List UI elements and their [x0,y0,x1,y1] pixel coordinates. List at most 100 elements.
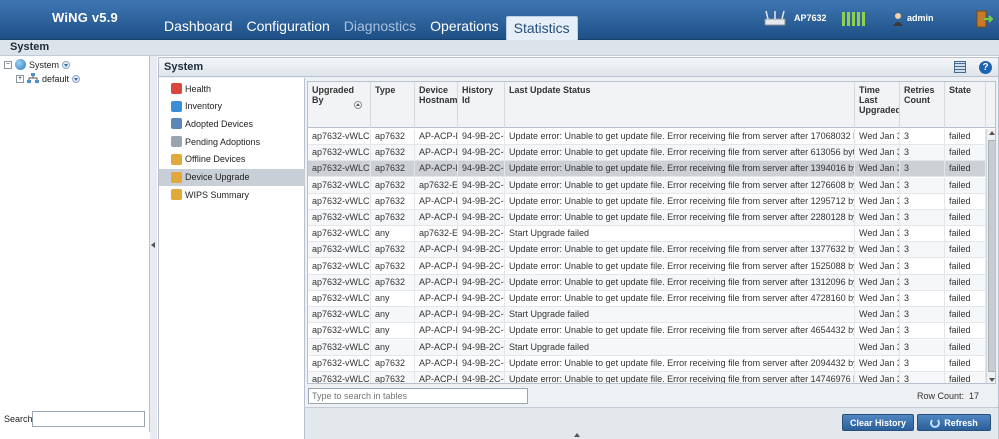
tree-node-system[interactable]: − System [4,59,71,70]
cell-type: ap7632 [371,145,415,162]
nav-tab-operations[interactable]: Operations [423,18,505,40]
signal-strength-icon [842,12,865,26]
clear-history-label: Clear History [849,417,907,428]
column-header-label: History Id [462,85,494,105]
device-upgrade-icon [171,171,182,183]
table-row[interactable]: ap7632-vWLC ap7632 AP-ACP-E 94-9B-2C-0 Updat… [308,372,986,383]
column-header-type[interactable]: Type [371,82,415,128]
column-header-host[interactable]: Device Hostname [415,82,458,128]
nav-tab-configuration[interactable]: Configuration [240,18,337,40]
cell-retries: 3 [900,372,945,383]
cell-retries: 3 [900,291,945,307]
collapse-icon[interactable]: − [4,60,12,69]
table-row[interactable]: ap7632-vWLCanyap7632-E194-9B-2C-0Start U… [308,226,986,243]
table-row[interactable]: ap7632-vWLC ap7632 AP-ACP-E 94-9B-2C-0 Updat… [308,258,986,275]
tree-node-label: System [29,59,60,70]
tree-node-default[interactable]: + default [16,73,81,84]
sidebar-collapse-handle[interactable] [150,56,157,439]
cell-by: ap7632-vWLC [308,372,371,383]
cell-hist: 94-9B-2C-0 [458,274,505,291]
column-header-status[interactable]: Last Update Status [505,82,855,128]
table-row[interactable]: ap7632-vWLC ap7632 AP-ACP-E 94-9B-2C-0 Updat… [308,242,986,259]
nav-tab-statistics[interactable]: Statistics [505,16,578,40]
table-row[interactable]: ap7632-vWLC any AP-ACP-E 94-9B-2C-0 Start Up… [308,307,986,324]
cell-type: any [371,323,415,340]
cell-status: Update error: Unable to get update file.… [505,355,855,372]
cell-host: AP-ACP-E [415,193,458,210]
chevron-down-icon[interactable] [62,60,71,69]
cell-hist: 94-9B-2C-0 [458,323,505,340]
cell-time: Wed Jan 3 [855,226,900,243]
cell-status: Start Upgrade failed [505,339,855,356]
clear-history-button[interactable]: Clear History [842,414,914,431]
cell-by: ap7632-vWLC [308,226,371,243]
cell-hist: 94-9B-2C-0 [458,129,505,145]
table-row[interactable]: ap7632-vWLCap7632ap7632-E194-9B-2C-0Upda… [308,177,986,194]
user-name[interactable]: admin [907,13,934,23]
table-row[interactable]: ap7632-vWLC any AP-ACP-E 94-9B-2C-0 Update e… [308,323,986,340]
table-view-icon[interactable] [954,61,966,73]
row-count: Row Count: 17 [917,391,979,401]
sort-ascending-icon[interactable] [354,101,362,109]
table-header: Upgraded By Type Device HostnameHistory Id… [308,82,995,128]
cell-time: Wed Jan 3 [855,145,900,162]
cell-status: Start Upgrade failed [505,226,855,243]
nav-tab-diagnostics[interactable]: Diagnostics [337,18,423,40]
column-header-label: Time Last Upgraded [859,85,900,115]
cell-state: failed [945,323,986,340]
table-row[interactable]: ap7632-vWLC ap7632 AP-ACP-E 94-9B-2C-0 Updat… [308,210,986,226]
table-row[interactable]: ap7632-vWLC ap7632 AP-ACP-E 94-9B-2C-0 Updat… [308,145,986,162]
bottom-expand-handle[interactable] [566,432,588,439]
cell-type: any [371,339,415,356]
column-header-state[interactable]: State [945,82,986,128]
cell-by: ap7632-vWLC [308,177,371,194]
cell-status: Start Upgrade failed [505,307,855,324]
menu-item-offline-devices[interactable]: Offline Devices [159,151,305,168]
cell-state: failed [945,193,986,210]
nav-tab-dashboard[interactable]: Dashboard [157,18,240,40]
scroll-down-icon[interactable] [989,378,995,382]
cell-by: ap7632-vWLC [308,258,371,275]
cell-status: Update error: Unable to get update file.… [505,129,855,145]
cell-host: AP-ACP-E [415,145,458,162]
table-row[interactable]: ap7632-vWLC ap7632 AP-ACP-E 94-9B-2C-0 Updat… [308,274,986,291]
menu-item-adopted-devices[interactable]: Adopted Devices [159,115,305,132]
vertical-scrollbar[interactable] [986,129,995,383]
logout-icon[interactable] [975,9,993,29]
cell-time: Wed Jan 3 [855,193,900,210]
menu-item-device-upgrade[interactable]: Device Upgrade [159,168,305,186]
tree-search-input[interactable] [32,411,145,427]
expand-icon[interactable]: + [16,74,24,83]
cell-retries: 3 [900,226,945,243]
cell-hist: 94-9B-2C-0 [458,258,505,275]
menu-item-health[interactable]: Health [159,80,305,97]
scroll-up-icon[interactable] [989,131,995,135]
cell-status: Update error: Unable to get update file.… [505,258,855,275]
table-row[interactable]: ap7632-vWLC ap7632 AP-ACP-E 94-9B-2C-0 Updat… [308,355,986,372]
inventory-icon [171,100,182,112]
table-row[interactable]: ap7632-vWLC ap7632 AP-ACP-E 94-9B-2C-0 Updat… [308,129,986,145]
table-row[interactable]: ap7632-vWLC any AP-ACP-E 94-9B-2C-0 Start Up… [308,339,986,356]
cell-hist: 94-9B-2C-0 [458,210,505,226]
table-search-input[interactable] [308,388,528,404]
menu-item-pending-adoptions[interactable]: Pending Adoptions [159,133,305,150]
cell-type: ap7632 [371,258,415,275]
menu-item-wips-summary[interactable]: WIPS Summary [159,186,305,203]
cell-state: failed [945,339,986,356]
chevron-down-icon[interactable] [72,74,81,83]
cell-state: failed [945,177,986,194]
scroll-thumb[interactable] [988,140,995,372]
column-header-time[interactable]: Time Last Upgraded [855,82,900,128]
help-icon[interactable]: ? [979,61,992,74]
refresh-button[interactable]: Refresh [917,414,991,431]
column-header-by[interactable]: Upgraded By [308,82,371,128]
cell-state: failed [945,161,986,178]
table-row[interactable]: ap7632-vWLC any AP-ACP-E 94-9B-2C-0 Update e… [308,291,986,307]
column-header-retries[interactable]: Retries Count [900,82,945,128]
column-header-hist[interactable]: History Id [458,82,505,128]
table-row[interactable]: ap7632-vWLC ap7632 AP-ACP-E 94-9B-2C-0 Updat… [308,193,986,210]
panel-header: System ? [159,58,998,77]
column-header-label: Retries Count [904,85,935,105]
menu-item-inventory[interactable]: Inventory [159,98,305,115]
table-row[interactable]: ap7632-vWLC ap7632 AP-ACP-E 94-9B-2C-0 Updat… [308,161,986,178]
